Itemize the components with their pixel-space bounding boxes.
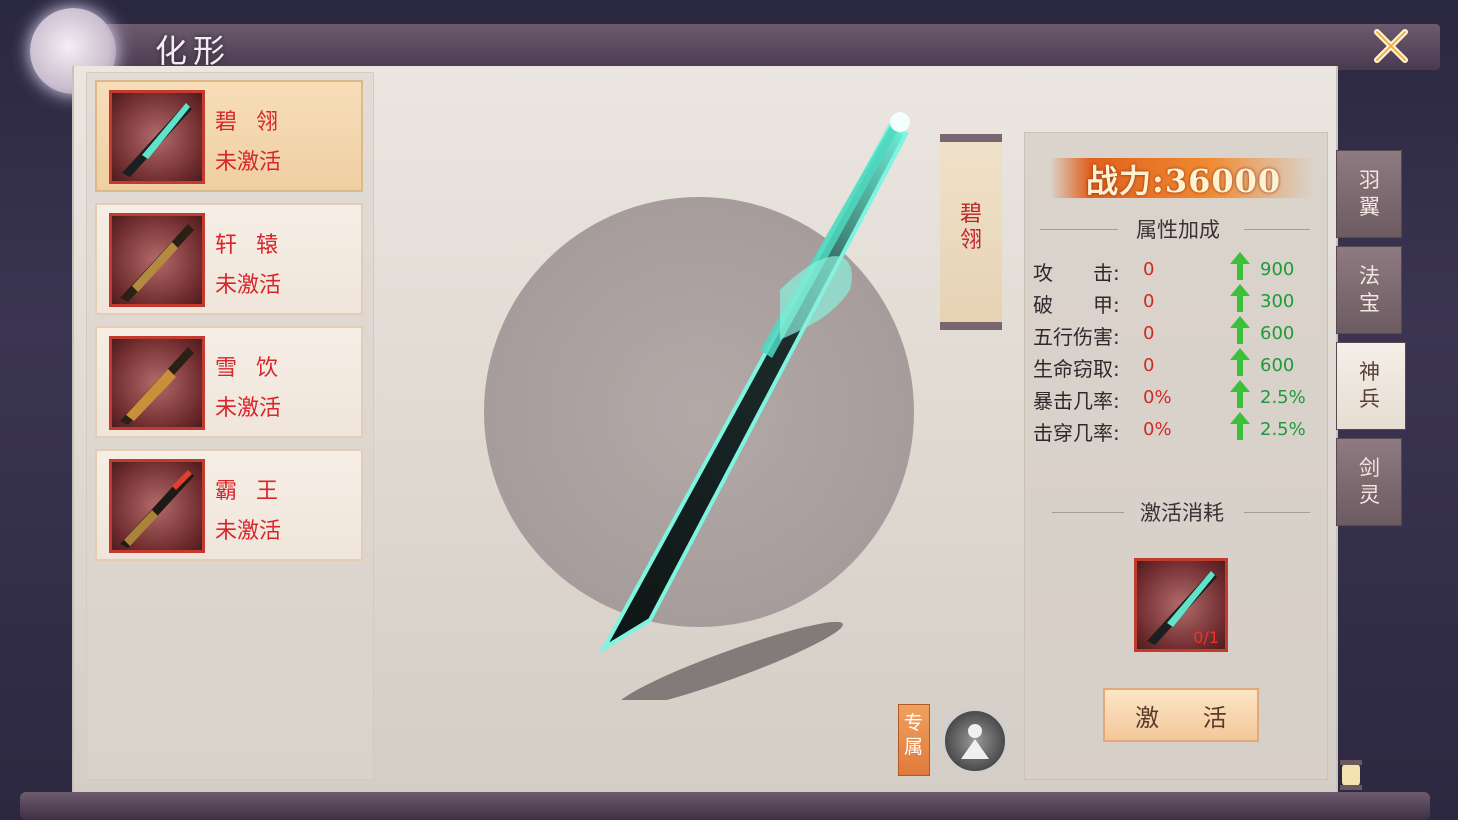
- tab-label: 剑灵: [1359, 456, 1380, 507]
- cost-title: 激活消耗: [1140, 501, 1224, 525]
- tab-sword-spirit[interactable]: 剑灵: [1336, 438, 1402, 526]
- lantern-icon: [1340, 760, 1362, 790]
- stat-label: 生命窃取:: [1033, 357, 1120, 381]
- weapon-name: 碧 翎: [215, 110, 284, 135]
- weapon-list-item-xuanyuan[interactable]: 轩 辕 未激活: [95, 203, 363, 315]
- weapon-thumbnail: [109, 459, 205, 553]
- divider: [1244, 229, 1310, 230]
- up-arrow-icon: [1230, 380, 1250, 408]
- tab-treasure[interactable]: 法宝: [1336, 246, 1402, 334]
- weapon-status: 未激活: [215, 519, 282, 544]
- scroll-bottom-rod: [20, 792, 1430, 820]
- up-arrow-icon: [1230, 284, 1250, 312]
- stat-value: 0: [1143, 323, 1155, 344]
- tab-label: 法宝: [1359, 264, 1380, 315]
- stat-bonus: 600: [1260, 355, 1295, 376]
- weapon-list-item-biling[interactable]: 碧 翎 未激活: [95, 80, 363, 192]
- tab-label: 神兵: [1359, 360, 1380, 411]
- weapon-list-item-bawang[interactable]: 霸 王 未激活: [95, 449, 363, 561]
- stat-label: 攻 击:: [1033, 261, 1120, 285]
- cost-item-slot[interactable]: 0/1: [1134, 558, 1228, 652]
- weapon-status: 未激活: [215, 150, 282, 175]
- weapon-status: 未激活: [215, 273, 282, 298]
- stat-label: 击穿几率:: [1033, 421, 1120, 445]
- stat-label: 暴击几率:: [1033, 389, 1120, 413]
- character-badge-icon[interactable]: [942, 708, 1008, 774]
- close-button[interactable]: [1366, 24, 1416, 68]
- weapon-thumbnail: [109, 213, 205, 307]
- attribute-title: 属性加成: [1136, 218, 1220, 242]
- tab-label: 羽翼: [1359, 168, 1380, 219]
- tab-wings[interactable]: 羽翼: [1336, 150, 1402, 238]
- weapon-preview-image: [598, 112, 910, 700]
- stat-bonus: 300: [1260, 291, 1295, 312]
- divider: [1052, 512, 1124, 513]
- stat-value: 0: [1143, 259, 1155, 280]
- weapon-name-scroll: 碧翎: [940, 134, 1002, 330]
- weapon-list-item-xueyin[interactable]: 雪 饮 未激活: [95, 326, 363, 438]
- power-value: 战力:36000: [1086, 162, 1282, 200]
- divider: [1040, 229, 1118, 230]
- up-arrow-icon: [1230, 412, 1250, 440]
- up-arrow-icon: [1230, 316, 1250, 344]
- weapon-name: 轩 辕: [215, 233, 284, 258]
- exclusive-label: 专属: [904, 712, 924, 758]
- title-bar: [60, 24, 1440, 70]
- up-arrow-icon: [1230, 348, 1250, 376]
- weapon-name: 雪 饮: [215, 356, 284, 381]
- stat-label: 五行伤害:: [1033, 325, 1120, 349]
- stat-value: 0%: [1143, 419, 1172, 440]
- stat-value: 0: [1143, 355, 1155, 376]
- stat-bonus: 2.5%: [1260, 387, 1306, 408]
- stat-value: 0: [1143, 291, 1155, 312]
- weapon-name: 霸 王: [215, 479, 284, 504]
- activate-button[interactable]: 激 活: [1103, 688, 1259, 742]
- stat-value: 0%: [1143, 387, 1172, 408]
- stat-bonus: 2.5%: [1260, 419, 1306, 440]
- tab-divine-weapon[interactable]: 神兵: [1336, 342, 1406, 430]
- divider: [1244, 512, 1310, 513]
- preview-weapon-name: 碧翎: [960, 202, 983, 253]
- stat-bonus: 900: [1260, 259, 1295, 280]
- close-icon: [1374, 29, 1408, 63]
- cost-count: 0/1: [1193, 628, 1219, 647]
- weapon-thumbnail: [109, 336, 205, 430]
- exclusive-tag: 专属: [898, 704, 930, 776]
- weapon-status: 未激活: [215, 396, 282, 421]
- stat-label: 破 甲:: [1033, 293, 1120, 317]
- weapon-thumbnail: [109, 90, 205, 184]
- up-arrow-icon: [1230, 252, 1250, 280]
- stat-bonus: 600: [1260, 323, 1295, 344]
